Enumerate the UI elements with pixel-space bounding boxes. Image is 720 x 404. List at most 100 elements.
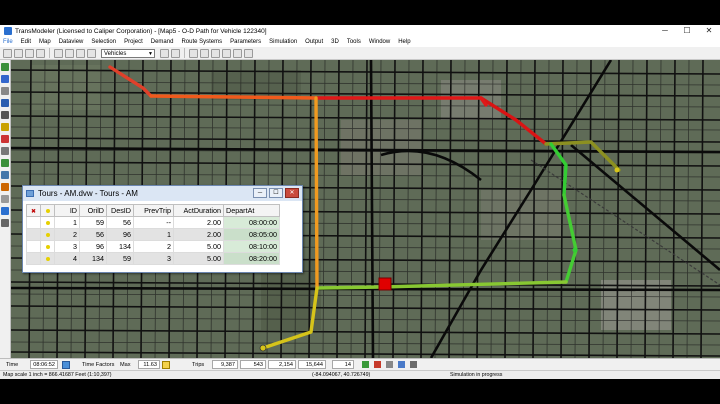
- simulation-status-text: Simulation in progress: [450, 372, 503, 378]
- cell-id: 1: [54, 216, 80, 229]
- menu-selection[interactable]: Selection: [87, 37, 120, 47]
- menu-parameters[interactable]: Parameters: [226, 37, 265, 47]
- waypoint-node-icon[interactable]: [572, 247, 578, 253]
- close-button[interactable]: ✕: [698, 25, 720, 37]
- origin-node-icon[interactable]: [259, 344, 267, 352]
- detector-icon[interactable]: [1, 195, 9, 203]
- undo-icon[interactable]: [87, 48, 96, 58]
- column-header-prevtrip[interactable]: PrevTrip: [133, 204, 174, 217]
- map-scale-text: Map scale 1 inch = 866.41687 Feet (1:10,…: [3, 372, 112, 378]
- row-select-dot[interactable]: [40, 216, 55, 229]
- vehicle-icon[interactable]: [1, 135, 9, 143]
- tours-close-button[interactable]: ✕: [285, 188, 299, 198]
- title-bar: TransModeler (Licensed to Caliper Corpor…: [0, 25, 720, 37]
- tool-palette: [0, 60, 11, 358]
- legend-icon[interactable]: [171, 48, 180, 58]
- column-header-actduration[interactable]: ActDuration: [173, 204, 224, 217]
- time-factors-icon[interactable]: [62, 361, 70, 369]
- menu-demand[interactable]: Demand: [147, 37, 178, 47]
- menu-output[interactable]: Output: [301, 37, 327, 47]
- stop-icon[interactable]: [374, 361, 381, 368]
- tours-dataview-window[interactable]: Tours - AM.dvw - Tours - AM ─ ☐ ✕ ✖ ID O…: [22, 185, 303, 273]
- row-select-dot[interactable]: [40, 240, 55, 253]
- step-icon[interactable]: [398, 361, 405, 368]
- count-field-a: 543: [240, 360, 266, 369]
- print-icon[interactable]: [36, 48, 45, 58]
- menu-project[interactable]: Project: [120, 37, 147, 47]
- cell-actduration: 5.00: [173, 240, 224, 253]
- cut-icon[interactable]: [54, 48, 63, 58]
- row-select-dot[interactable]: [40, 228, 55, 241]
- table-row[interactable]: 2 56 96 1 2.00 08:05:00: [26, 228, 280, 241]
- table-row[interactable]: 4 134 59 3 5.00 08:20:00: [26, 252, 280, 265]
- column-header-desid[interactable]: DesID: [106, 204, 134, 217]
- max-field[interactable]: 11.63: [138, 360, 160, 369]
- cursor-coordinates: (-84.094067, 40.726749): [312, 372, 371, 378]
- paste-icon[interactable]: [76, 48, 85, 58]
- select-icon[interactable]: [222, 48, 231, 58]
- info-icon[interactable]: [233, 48, 242, 58]
- select-column-header[interactable]: [40, 204, 55, 217]
- sensor-icon[interactable]: [1, 123, 9, 131]
- menu-dataview[interactable]: Dataview: [55, 37, 88, 47]
- menu-simulation[interactable]: Simulation: [265, 37, 301, 47]
- menu-edit[interactable]: Edit: [17, 37, 35, 47]
- signal-icon[interactable]: [1, 63, 9, 71]
- minimize-button[interactable]: ─: [654, 25, 676, 37]
- delete-column-header[interactable]: ✖: [26, 204, 41, 217]
- layer-dropdown[interactable]: Vehicles ▼: [101, 48, 155, 58]
- record-icon[interactable]: [410, 361, 417, 368]
- pause-icon[interactable]: [386, 361, 393, 368]
- menu-window[interactable]: Window: [365, 37, 394, 47]
- flag-icon[interactable]: [1, 159, 9, 167]
- menu-help[interactable]: Help: [394, 37, 414, 47]
- maximize-button[interactable]: ☐: [676, 25, 698, 37]
- table-row[interactable]: 3 96 134 2 5.00 08:10:00: [26, 240, 280, 253]
- info-icon[interactable]: [1, 207, 9, 215]
- zoom-out-icon[interactable]: [200, 48, 209, 58]
- menu-3d[interactable]: 3D: [327, 37, 343, 47]
- destination-node-icon[interactable]: [614, 167, 620, 173]
- zoom-icon[interactable]: [1, 75, 9, 83]
- menu-map[interactable]: Map: [35, 37, 55, 47]
- save-icon[interactable]: [25, 48, 34, 58]
- copy-icon[interactable]: [65, 48, 74, 58]
- route-icon[interactable]: [244, 48, 253, 58]
- menu-route-systems[interactable]: Route Systems: [177, 37, 226, 47]
- simulation-toolbar: Time 08:06:52 Time Factors Max 11.63 Tri…: [0, 358, 720, 370]
- menu-file[interactable]: File: [0, 37, 17, 47]
- camera-icon[interactable]: [1, 147, 9, 155]
- table-row[interactable]: 1 59 56 -- 2.00 08:00:00: [26, 216, 280, 229]
- layers-icon[interactable]: [160, 48, 169, 58]
- count-field-d: 14: [332, 360, 354, 369]
- cell-desid: 96: [106, 228, 134, 241]
- tours-minimize-button[interactable]: ─: [253, 188, 267, 198]
- tours-window-controls: ─ ☐ ✕: [253, 188, 299, 198]
- cell-prevtrip: 2: [133, 240, 174, 253]
- zoom-in-icon[interactable]: [189, 48, 198, 58]
- open-folder-icon[interactable]: [14, 48, 23, 58]
- cell-id: 4: [54, 252, 80, 265]
- speed-icon[interactable]: [162, 361, 170, 369]
- link-icon[interactable]: [1, 111, 9, 119]
- path-icon[interactable]: [1, 183, 9, 191]
- tours-maximize-button[interactable]: ☐: [269, 188, 283, 198]
- settings-icon[interactable]: [1, 219, 9, 227]
- new-file-icon[interactable]: [3, 48, 12, 58]
- time-field[interactable]: 08:06:52: [30, 360, 58, 369]
- column-header-id[interactable]: ID: [54, 204, 80, 217]
- menu-tools[interactable]: Tools: [343, 37, 365, 47]
- chart-icon[interactable]: [1, 171, 9, 179]
- row-marker: [26, 216, 41, 229]
- node-icon[interactable]: [1, 99, 9, 107]
- row-select-dot[interactable]: [40, 252, 55, 265]
- pan-icon[interactable]: [1, 87, 9, 95]
- column-header-departat[interactable]: DepartAt: [223, 204, 280, 217]
- pan-icon[interactable]: [211, 48, 220, 58]
- column-header-oriid[interactable]: OrilD: [79, 204, 107, 217]
- stop-marker-icon[interactable]: [378, 277, 392, 291]
- cell-desid: 56: [106, 216, 134, 229]
- tours-window-titlebar[interactable]: Tours - AM.dvw - Tours - AM ─ ☐ ✕: [23, 186, 302, 201]
- play-icon[interactable]: [362, 361, 369, 368]
- count-field-b: 2,154: [268, 360, 296, 369]
